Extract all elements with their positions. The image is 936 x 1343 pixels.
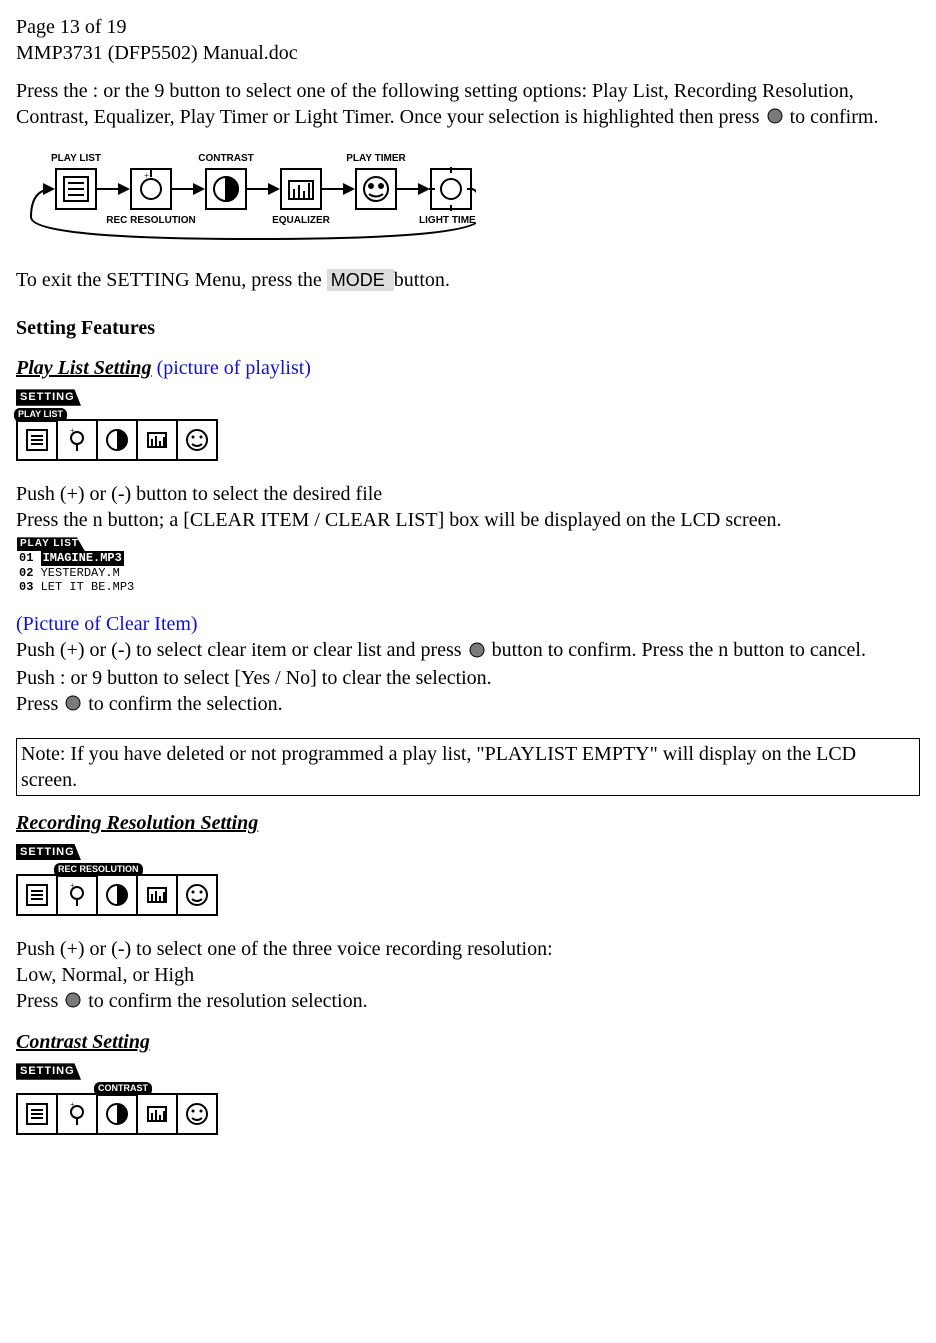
text: Press [16,693,63,715]
rec-line-1: Push (+) or (-) to select one of the thr… [16,936,920,962]
lcd-icon-equalizer [136,419,178,461]
lcd-icon-mic: REC RESOLUTION + [56,874,98,916]
lcd-icon-contrast: CONTRAST [96,1093,138,1135]
text: Press the [16,80,93,102]
lcd-rec-resolution: SETTING REC RESOLUTION + [16,836,920,916]
lcd-icon-contrast [96,419,138,461]
text: Push (+) or (-) to select clear item or … [16,639,467,661]
stop-glyph: n [93,509,103,531]
text: Press [16,990,63,1012]
list-item: 01 IMAGINE.MP3 [17,551,136,565]
rec-line-3: Press to confirm the resolution selectio… [16,988,920,1015]
clear-line-2: Push : or 9 button to select [Yes / No] … [16,665,920,691]
lcd-icon-equalizer [136,1093,178,1135]
text: button to confirm. Press the [487,639,719,661]
nav-right-glyph: 9 [154,80,164,102]
lcd-icon-playlist: PLAY LIST [16,419,58,461]
lcd-icon-timer [176,874,218,916]
play-circle-icon [767,105,783,131]
text: or [65,667,92,689]
editor-note-clear: (Picture of Clear Item) [16,611,920,637]
list-item: 03 LET IT BE.MP3 [17,580,136,594]
text: button to cancel. [728,639,866,661]
lcd-tab: SETTING [16,844,81,860]
text: to confirm the resolution selection. [83,990,367,1012]
text: button; a [CLEAR ITEM / CLEAR LIST] box … [103,509,782,531]
list-item: 02 YESTERDAY.M [17,566,136,580]
lcd-icon-playlist [16,874,58,916]
note-box: Note: If you have deleted or not program… [16,738,920,796]
intro-paragraph: Press the : or the 9 button to select on… [16,78,920,131]
rec-line-2: Low, Normal, or High [16,962,920,988]
svg-text:+: + [70,881,75,890]
text: button to select [Yes / No] to clear the… [102,667,492,689]
heading-rec-resolution: Recording Resolution Setting [16,810,920,836]
editor-note: (picture of playlist) [152,357,311,379]
flow-label: EQUALIZER [272,215,331,226]
flow-label: CONTRAST [198,153,254,164]
svg-text:+: + [70,1100,75,1109]
play-circle-icon [469,639,485,665]
svg-text:+: + [70,426,75,435]
text: To exit the SETTING Menu, press the [16,269,327,291]
lcd-contrast: SETTING + CONTRAST [16,1055,920,1135]
lcd-icon-playlist [16,1093,58,1135]
playlist-instruction-2: Press the n button; a [CLEAR ITEM / CLEA… [16,507,920,533]
heading-playlist: Play List Setting (picture of playlist) [16,355,920,381]
document-name: MMP3731 (DFP5502) Manual.doc [16,40,920,66]
mode-button-label: MODE [327,269,394,291]
flow-label: PLAY LIST [51,153,101,164]
lcd-tab: SETTING [16,1063,81,1079]
lcd-icon-mic: + [56,419,98,461]
playlist-instruction-1: Push (+) or (-) button to select the des… [16,481,920,507]
flow-label: PLAY TIMER [346,153,406,164]
text: Press the [16,509,93,531]
text: or the [98,80,154,102]
heading-text: Play List Setting [16,357,152,379]
text: button. [394,269,450,291]
text: to confirm. [785,106,879,128]
clear-line-3: Press to confirm the selection. [16,691,920,718]
lcd-tab: PLAY LIST [17,537,85,551]
lcd-icon-mic: + [56,1093,98,1135]
lcd-icon-timer [176,1093,218,1135]
nav-right-glyph: 9 [92,667,102,689]
settings-flow-diagram: + PLAY LIST CONTRAST PLAY TIMER REC RESO… [16,139,920,249]
lcd-icon-contrast [96,874,138,916]
flow-label: REC RESOLUTION [106,215,195,226]
lcd-playlist-files: PLAY LIST 01 IMAGINE.MP302 YESTERDAY.M03… [16,535,137,595]
lcd-playlist-setting: SETTING PLAY LIST + [16,381,920,461]
clear-line-1: Push (+) or (-) to select clear item or … [16,637,920,664]
stop-glyph: n [718,639,728,661]
play-circle-icon [65,989,81,1015]
play-circle-icon [65,692,81,718]
heading-contrast: Contrast Setting [16,1029,920,1055]
lcd-icon-timer [176,419,218,461]
flow-label: LIGHT TIMER [419,215,476,226]
lcd-icon-equalizer [136,874,178,916]
lcd-tab: SETTING [16,389,81,405]
heading-setting-features: Setting Features [16,315,920,341]
text: Push [16,667,60,689]
page-number: Page 13 of 19 [16,14,920,40]
text: to confirm the selection. [83,693,282,715]
svg-text:+: + [144,171,149,181]
exit-line: To exit the SETTING Menu, press the MODE… [16,267,920,293]
